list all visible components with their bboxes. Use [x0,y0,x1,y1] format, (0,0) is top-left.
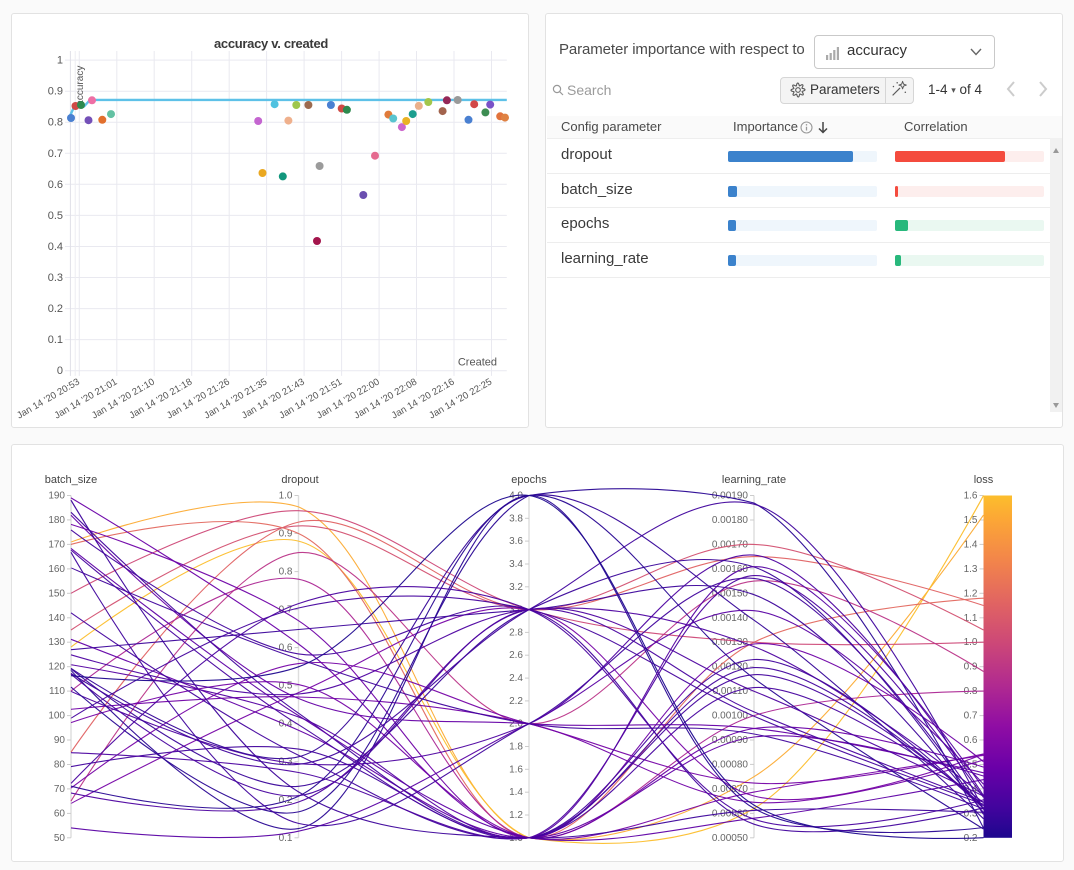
svg-text:0.7: 0.7 [48,148,63,160]
svg-text:Jan 14 '20 21:51: Jan 14 '20 21:51 [277,377,344,422]
svg-text:90: 90 [54,735,66,746]
svg-text:130: 130 [48,637,65,648]
svg-text:3.6: 3.6 [509,536,523,547]
svg-text:1.2: 1.2 [964,588,978,599]
svg-text:0.3: 0.3 [48,272,63,284]
svg-text:epochs: epochs [511,474,547,486]
svg-text:0.2: 0.2 [48,303,63,315]
svg-text:Jan 14 '20 22:16: Jan 14 '20 22:16 [390,377,457,422]
svg-text:0.00110: 0.00110 [713,686,749,697]
svg-text:100: 100 [48,711,65,722]
svg-text:0.4: 0.4 [48,241,63,253]
svg-text:1.8: 1.8 [509,742,523,753]
svg-text:1.6: 1.6 [964,491,978,502]
svg-text:160: 160 [48,564,65,575]
svg-text:0: 0 [57,365,63,377]
svg-text:0.9: 0.9 [48,86,63,98]
svg-text:0.7: 0.7 [964,711,978,722]
svg-text:dropout: dropout [281,474,318,486]
svg-text:3.2: 3.2 [509,582,523,593]
svg-text:0.00050: 0.00050 [712,833,749,844]
svg-text:accuracy v. created: accuracy v. created [214,36,328,51]
svg-text:learning_rate: learning_rate [722,474,786,486]
svg-text:Jan 14 '20 21:01: Jan 14 '20 21:01 [53,377,120,422]
svg-text:50: 50 [54,833,66,844]
svg-text:190: 190 [48,491,65,502]
svg-text:1.3: 1.3 [964,564,978,575]
svg-text:70: 70 [54,784,66,795]
svg-text:0.8: 0.8 [279,567,293,578]
svg-text:0.5: 0.5 [48,210,63,222]
svg-text:0.8: 0.8 [48,117,63,129]
svg-text:2.8: 2.8 [509,627,523,638]
svg-text:0.6: 0.6 [48,179,63,191]
svg-text:accuracy: accuracy [75,66,86,106]
svg-text:180: 180 [48,515,65,526]
svg-text:3.8: 3.8 [509,513,523,524]
svg-text:120: 120 [48,662,65,673]
svg-text:1.1: 1.1 [964,613,978,624]
svg-text:170: 170 [48,539,65,550]
svg-text:1.6: 1.6 [509,764,523,775]
svg-text:0.6: 0.6 [964,735,978,746]
svg-text:Jan 14 '20 21:35: Jan 14 '20 21:35 [202,377,269,422]
svg-text:Jan 14 '20 21:43: Jan 14 '20 21:43 [240,377,307,422]
svg-text:150: 150 [48,588,65,599]
svg-text:Jan 14 '20 20:53: Jan 14 '20 20:53 [15,377,82,422]
svg-text:Jan 14 '20 22:00: Jan 14 '20 22:00 [315,377,382,422]
svg-text:2.4: 2.4 [509,673,523,684]
svg-text:2.2: 2.2 [509,696,523,707]
svg-text:60: 60 [54,808,66,819]
svg-text:Jan 14 '20 22:25: Jan 14 '20 22:25 [427,377,494,422]
svg-text:110: 110 [49,686,65,697]
svg-text:1.0: 1.0 [279,491,293,502]
svg-text:Jan 14 '20 21:26: Jan 14 '20 21:26 [165,377,232,422]
svg-text:3.4: 3.4 [509,559,523,570]
svg-text:1.4: 1.4 [509,787,523,798]
svg-text:80: 80 [54,760,66,771]
svg-text:0.1: 0.1 [48,334,63,346]
svg-text:1.5: 1.5 [964,515,978,526]
svg-text:Created: Created [458,357,497,369]
svg-text:1: 1 [57,55,63,67]
svg-text:batch_size: batch_size [45,474,98,486]
svg-text:140: 140 [48,613,65,624]
svg-text:Jan 14 '20 22:08: Jan 14 '20 22:08 [352,377,419,422]
svg-text:1.2: 1.2 [509,810,523,821]
svg-text:Jan 14 '20 21:18: Jan 14 '20 21:18 [128,377,195,422]
svg-text:loss: loss [974,474,994,486]
svg-text:0.00080: 0.00080 [712,759,749,770]
svg-text:0.00180: 0.00180 [712,515,749,526]
svg-text:0.00120: 0.00120 [712,662,749,673]
svg-text:2.6: 2.6 [509,650,523,661]
svg-text:Jan 14 '20 21:10: Jan 14 '20 21:10 [90,377,157,422]
